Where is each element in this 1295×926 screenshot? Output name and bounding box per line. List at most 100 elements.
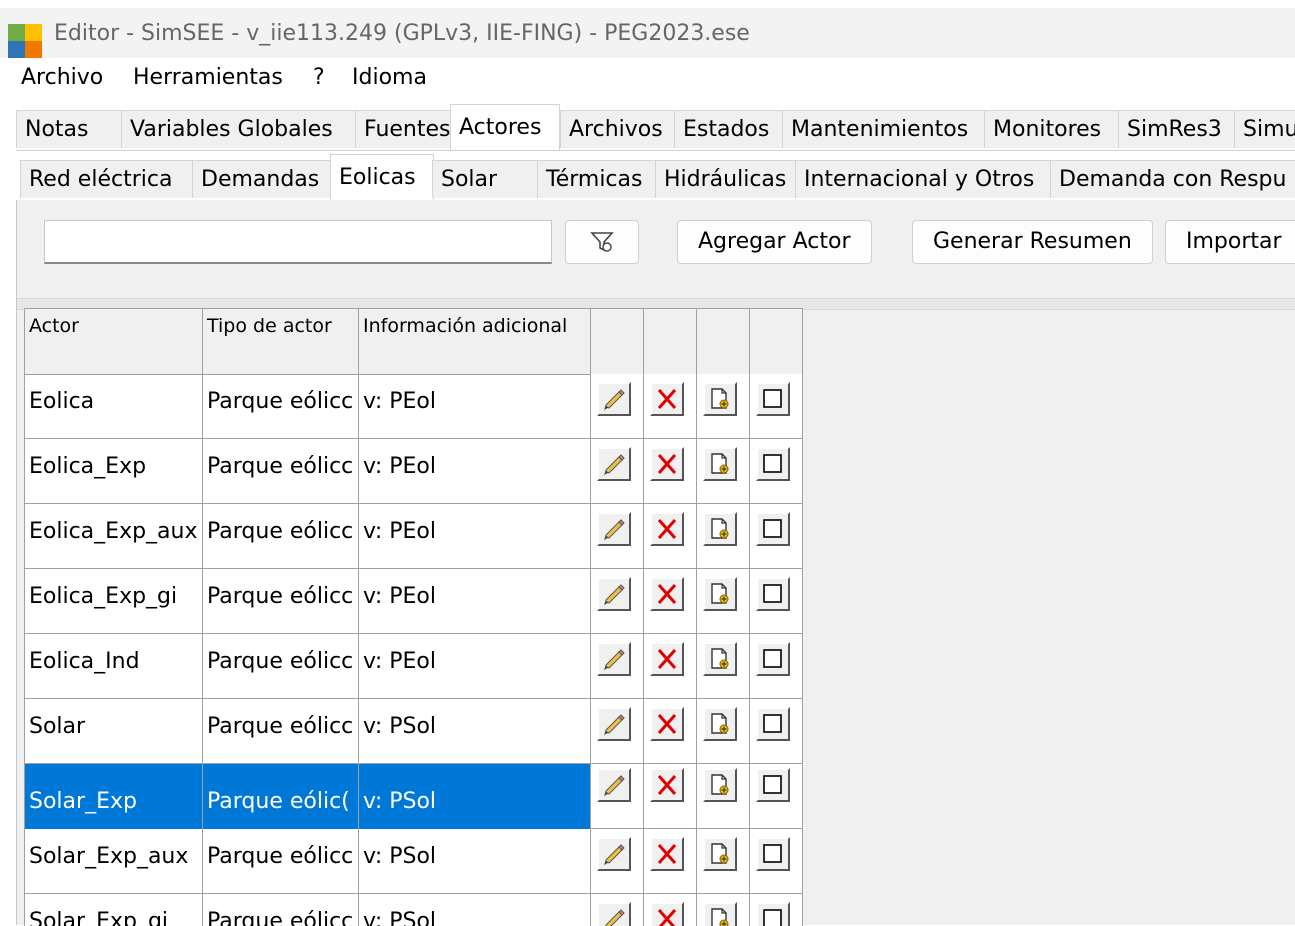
importar-button[interactable]: Importar: [1165, 220, 1295, 264]
table-row[interactable]: Eolica_Exp_gi Parque eólicc v: PEol: [25, 569, 803, 634]
cell-tipo[interactable]: Parque eólicc: [203, 374, 359, 439]
cell-info[interactable]: v: PEol: [359, 374, 591, 439]
edit-button[interactable]: [597, 642, 631, 676]
select-checkbox[interactable]: [756, 768, 790, 802]
clone-button[interactable]: [703, 447, 737, 481]
cell-actor[interactable]: Eolica: [25, 374, 203, 439]
menu-archivo[interactable]: Archivo: [21, 65, 103, 90]
tab-simu[interactable]: Simu: [1234, 110, 1295, 148]
tab-mantenimientos[interactable]: Mantenimientos: [782, 110, 986, 148]
tab-internacional-y-otros[interactable]: Internacional y Otros: [795, 160, 1052, 198]
edit-button[interactable]: [597, 837, 631, 871]
table-row[interactable]: Eolica_Exp Parque eólicc v: PEol: [25, 439, 803, 504]
select-checkbox[interactable]: [756, 837, 790, 871]
select-checkbox[interactable]: [756, 902, 790, 926]
menu-herramientas[interactable]: Herramientas: [133, 65, 283, 90]
select-checkbox[interactable]: [756, 447, 790, 481]
tab-solar[interactable]: Solar: [432, 160, 546, 198]
tab-actores[interactable]: Actores: [450, 104, 560, 150]
tab-hidraulicas[interactable]: Hidráulicas: [655, 160, 797, 198]
menu-help[interactable]: ?: [313, 65, 325, 90]
cell-actor[interactable]: Solar: [25, 699, 203, 764]
select-checkbox[interactable]: [756, 642, 790, 676]
delete-button[interactable]: [650, 768, 684, 802]
header-informacion-adicional[interactable]: Información adicional: [359, 309, 591, 374]
delete-button[interactable]: [650, 382, 684, 416]
tab-fuentes[interactable]: Fuentes: [355, 110, 462, 148]
actors-grid[interactable]: Actor Tipo de actor Información adiciona…: [24, 308, 803, 926]
edit-button[interactable]: [597, 382, 631, 416]
tab-notas[interactable]: Notas: [16, 110, 123, 148]
generar-resumen-button[interactable]: Generar Resumen: [912, 220, 1153, 264]
edit-button[interactable]: [597, 447, 631, 481]
clone-button[interactable]: [703, 512, 737, 546]
cell-tipo[interactable]: Parque eólicc: [203, 829, 359, 894]
delete-button[interactable]: [650, 707, 684, 741]
cell-tipo[interactable]: Parque eólicc: [203, 569, 359, 634]
tab-simres3[interactable]: SimRes3: [1118, 110, 1236, 148]
tab-red-electrica[interactable]: Red eléctrica: [20, 160, 194, 198]
select-checkbox[interactable]: [756, 382, 790, 416]
cell-actor[interactable]: Solar_Exp: [25, 764, 203, 829]
edit-button[interactable]: [597, 707, 631, 741]
tab-variables-globales[interactable]: Variables Globales: [121, 110, 357, 148]
table-row[interactable]: Eolica_Ind Parque eólicc v: PEol: [25, 634, 803, 699]
clone-button[interactable]: [703, 707, 737, 741]
clone-button[interactable]: [703, 642, 737, 676]
tab-eolicas[interactable]: Eolicas: [330, 154, 434, 200]
cell-actor[interactable]: Solar_Exp_aux: [25, 829, 203, 894]
select-checkbox[interactable]: [756, 707, 790, 741]
edit-button[interactable]: [597, 577, 631, 611]
cell-actor[interactable]: Eolica_Exp_gi: [25, 569, 203, 634]
clone-button[interactable]: [703, 768, 737, 802]
cell-tipo[interactable]: Parque eólic(: [203, 764, 359, 829]
filter-input[interactable]: [44, 220, 552, 264]
table-row[interactable]: Solar_Exp Parque eólic(v: PSol: [25, 764, 803, 829]
cell-tipo[interactable]: Parque eólicc: [203, 504, 359, 569]
cell-tipo[interactable]: Parque eólicc: [203, 634, 359, 699]
tab-demandas[interactable]: Demandas: [192, 160, 332, 198]
cell-tipo[interactable]: Parque eólicc: [203, 894, 359, 926]
tab-monitores[interactable]: Monitores: [984, 110, 1120, 148]
edit-button[interactable]: [597, 768, 631, 802]
table-row[interactable]: Eolica_Exp_aux Parque eólicc v: PEol: [25, 504, 803, 569]
cell-actor[interactable]: Eolica_Ind: [25, 634, 203, 699]
agregar-actor-button[interactable]: Agregar Actor: [677, 220, 872, 264]
delete-button[interactable]: [650, 642, 684, 676]
select-checkbox[interactable]: [756, 512, 790, 546]
select-checkbox[interactable]: [756, 577, 790, 611]
tab-demanda-con-respuesta[interactable]: Demanda con Respu: [1050, 160, 1295, 198]
delete-button[interactable]: [650, 512, 684, 546]
cell-info[interactable]: v: PSol: [359, 894, 591, 926]
cell-actor[interactable]: Solar_Exp_gi: [25, 894, 203, 926]
tab-estados[interactable]: Estados: [674, 110, 784, 148]
tab-termicas[interactable]: Térmicas: [537, 160, 657, 198]
cell-tipo[interactable]: Parque eólicc: [203, 699, 359, 764]
cell-info[interactable]: v: PEol: [359, 504, 591, 569]
header-tipo-de-actor[interactable]: Tipo de actor: [203, 309, 359, 374]
delete-button[interactable]: [650, 447, 684, 481]
clone-button[interactable]: [703, 577, 737, 611]
filter-button[interactable]: [565, 220, 639, 264]
table-row[interactable]: Eolica Parque eólicc v: PEol: [25, 374, 803, 439]
tab-archivos[interactable]: Archivos: [560, 110, 676, 148]
edit-button[interactable]: [597, 902, 631, 926]
table-row[interactable]: Solar_Exp_gi Parque eólicc v: PSol: [25, 894, 803, 926]
clone-button[interactable]: [703, 837, 737, 871]
clone-button[interactable]: [703, 902, 737, 926]
clone-button[interactable]: [703, 382, 737, 416]
cell-actor[interactable]: Eolica_Exp: [25, 439, 203, 504]
menu-idioma[interactable]: Idioma: [352, 65, 427, 90]
cell-info[interactable]: v: PEol: [359, 439, 591, 504]
cell-actor[interactable]: Eolica_Exp_aux: [25, 504, 203, 569]
cell-info[interactable]: v: PEol: [359, 634, 591, 699]
cell-info[interactable]: v: PSol: [359, 699, 591, 764]
delete-button[interactable]: [650, 902, 684, 926]
table-row[interactable]: Solar_Exp_aux Parque eólicc v: PSol: [25, 829, 803, 894]
header-actor[interactable]: Actor: [25, 309, 203, 374]
cell-info[interactable]: v: PEol: [359, 569, 591, 634]
cell-info[interactable]: v: PSol: [359, 764, 591, 829]
edit-button[interactable]: [597, 512, 631, 546]
table-row[interactable]: Solar Parque eólicc v: PSol: [25, 699, 803, 764]
cell-info[interactable]: v: PSol: [359, 829, 591, 894]
